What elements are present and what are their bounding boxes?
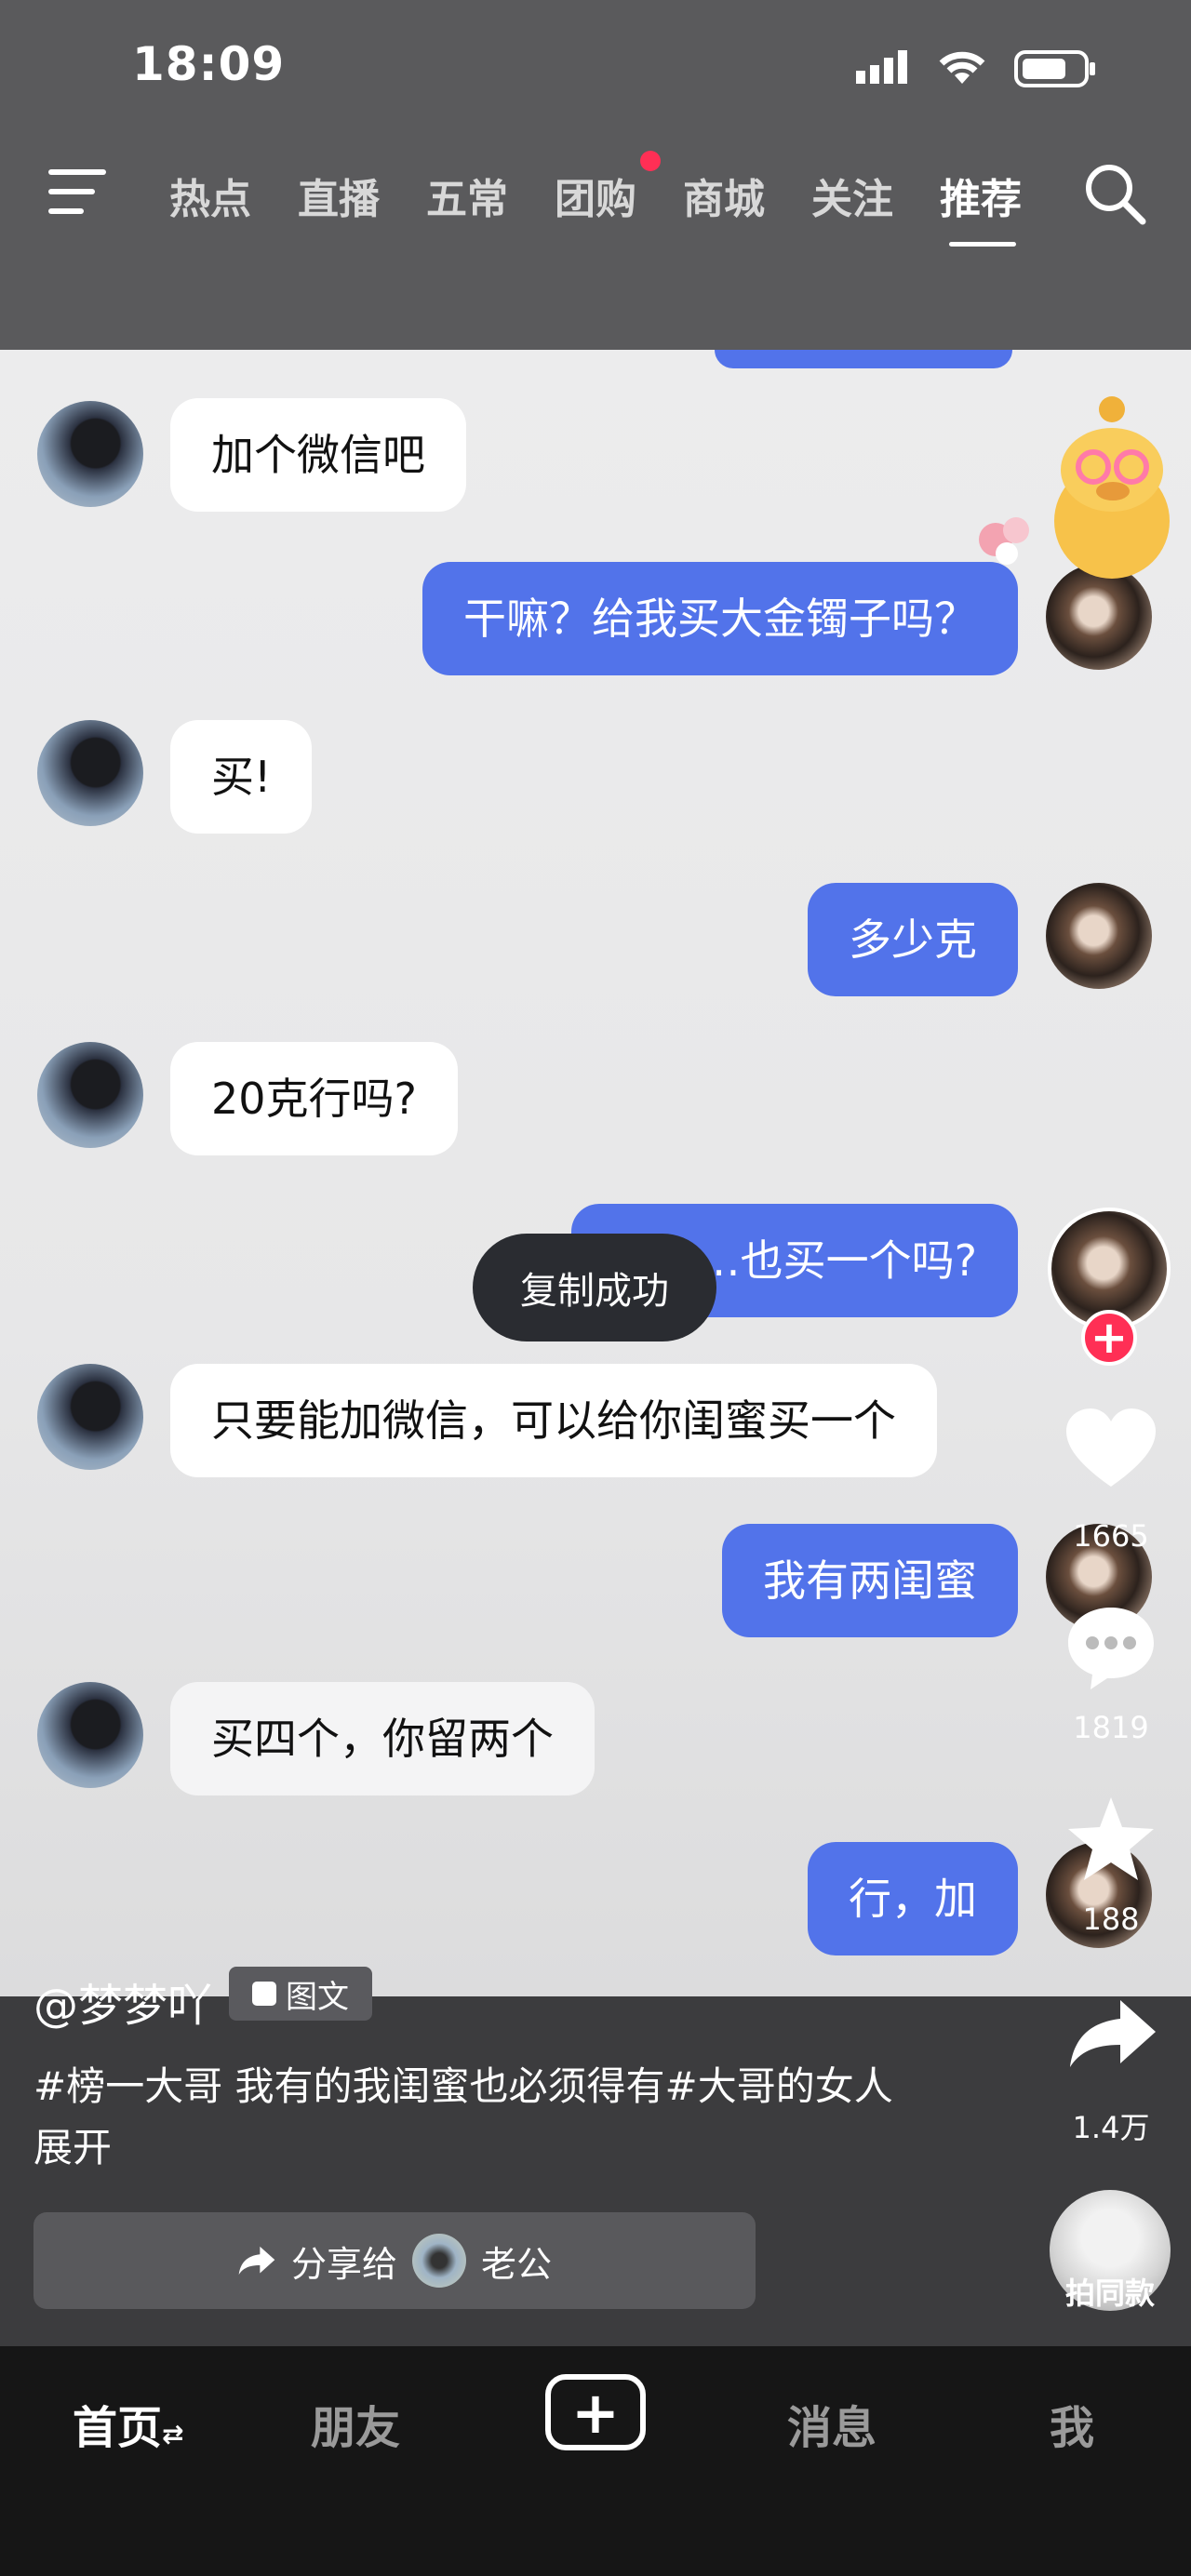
avatar xyxy=(37,1364,143,1470)
tab-recommended[interactable]: 推荐 xyxy=(940,166,1022,225)
copy-success-toast: 复制成功 xyxy=(473,1234,716,1341)
favorite-count: 188 xyxy=(1082,1902,1140,1937)
wifi-icon xyxy=(934,47,990,91)
image-text-icon xyxy=(252,1982,276,2006)
author-name[interactable]: @梦梦吖 xyxy=(33,1969,212,2034)
switch-icon: ⇄ xyxy=(162,2419,184,2449)
notification-dot xyxy=(640,151,661,171)
avatar xyxy=(1046,883,1152,989)
comment-icon[interactable] xyxy=(1064,1602,1158,1695)
like-count: 1665 xyxy=(1073,1518,1149,1554)
tab-following[interactable]: 关注 xyxy=(811,166,893,225)
chat-bubble: 买四个，你留两个 xyxy=(170,1682,595,1795)
chat-bubble: 只要能加微信，可以给你闺蜜买一个 xyxy=(170,1364,937,1477)
battery-icon xyxy=(1014,50,1098,91)
post-description: #榜一大哥 我有的我闺蜜也必须得有#大哥的女人 展开 xyxy=(33,2056,964,2179)
active-tab-indicator xyxy=(949,242,1016,247)
chat-bubble: 20克行吗? xyxy=(170,1042,458,1155)
avatar xyxy=(37,401,143,507)
comment-count: 1819 xyxy=(1073,1710,1149,1745)
chat-bubble: 我有两闺蜜 xyxy=(722,1524,1018,1637)
chat-bubble: 加个微信吧 xyxy=(170,398,466,512)
search-icon[interactable] xyxy=(1083,162,1146,229)
menu-icon[interactable] xyxy=(48,167,108,220)
tab-home[interactable]: 首页⇄ xyxy=(73,2391,183,2456)
create-post-button[interactable]: + xyxy=(545,2374,646,2450)
share-to-label: 分享给 xyxy=(290,2243,397,2285)
status-time: 18:09 xyxy=(132,37,286,91)
tab-messages[interactable]: 消息 xyxy=(787,2391,877,2456)
post-type-chip: 图文 xyxy=(229,1967,372,2021)
tab-hot[interactable]: 热点 xyxy=(169,166,251,225)
tab-mall[interactable]: 商城 xyxy=(683,166,765,225)
chat-bubble: 干嘛？给我买大金镯子吗？ xyxy=(422,562,1018,675)
chat-bubble: 行，加 xyxy=(808,1842,1018,1955)
avatar xyxy=(37,1682,143,1788)
tab-live[interactable]: 直播 xyxy=(298,166,380,225)
avatar xyxy=(37,1042,143,1148)
tab-me[interactable]: 我 xyxy=(1050,2391,1094,2456)
tab-friends[interactable]: 朋友 xyxy=(311,2391,400,2456)
expand-link[interactable]: 展开 xyxy=(33,2117,964,2179)
tab-group-buy[interactable]: 团购 xyxy=(555,166,636,225)
follow-plus-icon[interactable]: + xyxy=(1081,1310,1137,1366)
cut-off-bubble xyxy=(715,350,1012,368)
chat-bubble: 买! xyxy=(170,720,313,834)
avatar xyxy=(37,720,143,826)
description-text: #榜一大哥 我有的我闺蜜也必须得有#大哥的女人 xyxy=(33,2063,893,2109)
signal-icon xyxy=(856,48,921,89)
bear-sticker-icon xyxy=(958,381,1191,590)
tab-wuchang[interactable]: 五常 xyxy=(426,166,508,225)
contact-avatar xyxy=(412,2234,466,2288)
same-style-label: 拍同款 xyxy=(1064,2276,1155,2311)
share-count: 1.4万 xyxy=(1072,2110,1150,2145)
heart-icon[interactable] xyxy=(1064,1407,1158,1494)
share-arrow-icon[interactable] xyxy=(1066,1996,1159,2075)
share-to-name: 老公 xyxy=(481,2243,553,2285)
share-icon xyxy=(238,2246,275,2276)
post-type-label: 图文 xyxy=(286,1978,349,2016)
chat-screenshot: 加个微信吧 干嘛？给我买大金镯子吗？ 买! 多少克 20克行吗? 能……也买一个… xyxy=(0,350,1191,1996)
star-icon[interactable] xyxy=(1064,1794,1158,1887)
share-to-button[interactable]: 分享给 老公 xyxy=(33,2212,756,2309)
chat-bubble: 多少克 xyxy=(808,883,1018,996)
tab-home-label: 首页 xyxy=(73,2402,163,2454)
